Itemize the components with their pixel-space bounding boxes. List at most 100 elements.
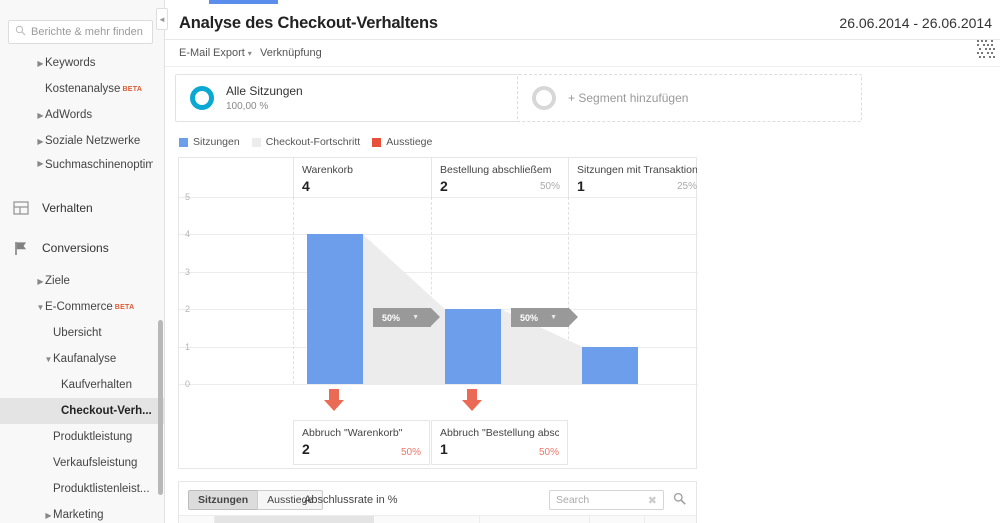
dropoff-percent: 50% (400, 447, 421, 458)
funnel-step-header[interactable]: Warenkorb 4 (293, 158, 430, 197)
sidebar-item-kaufanalyse[interactable]: ▼ Kaufanalyse (0, 346, 164, 372)
table-header-cell[interactable] (644, 516, 696, 523)
table-header-cell[interactable] (479, 516, 589, 523)
funnel-bar[interactable] (582, 346, 638, 384)
funnel-step-header[interactable]: Sitzungen mit Transaktionen 1 25% (568, 158, 705, 197)
sidebar-item-label: E-Commerce (45, 301, 113, 313)
sidebar-item-label: Conversions (42, 241, 109, 255)
sidebar-item-produktlistenleist[interactable]: ▶Produktlistenleist... (0, 476, 164, 502)
sidebar-item-keywords[interactable]: ▶ Keywords (0, 50, 164, 76)
chevron-down-icon: ▼ (44, 354, 53, 364)
active-tab-indicator[interactable] (209, 0, 278, 4)
chevron-right-icon: ▶ (37, 58, 44, 68)
sidebar-item-label: Suchmaschinenoptimierung (45, 159, 153, 171)
dropoff-arrow-row (179, 384, 698, 420)
table-header-cell[interactable] (214, 516, 374, 523)
sidebar-item-produktleistung[interactable]: ▶Produktleistung (0, 424, 164, 450)
funnel-step-name: Warenkorb (302, 164, 353, 176)
sidebar-search-placeholder: Berichte & mehr finden (31, 26, 143, 38)
funnel-step-header[interactable]: Bestellung abschließem 2 50% (431, 158, 568, 197)
legend-label: Sitzungen (193, 136, 240, 148)
clear-circle-icon[interactable]: ✖ (648, 494, 657, 507)
qr-code-icon[interactable] (976, 39, 996, 59)
sidebar-item-ziele[interactable]: ▶ Ziele (0, 268, 164, 294)
sidebar-item-label: Verhalten (42, 201, 93, 215)
dropoff-percent: 50% (538, 447, 559, 458)
legend-item[interactable]: Ausstiege (372, 136, 432, 148)
dropoff-card[interactable]: Abbruch "Warenkorb" 2 50% (293, 420, 430, 465)
chevron-right-icon: ▶ (37, 110, 44, 120)
sidebar: Berichte & mehr finden ▶Keywords▶Kostena… (0, 0, 165, 523)
sidebar-item-label: Kaufverhalten (61, 379, 132, 391)
badge-arrow-tip (569, 308, 578, 326)
chevron-down-icon: ▼ (412, 314, 419, 321)
funnel-plot-area: 0 1 2 3 4 5 50% ▼ 50% ▼ (179, 192, 698, 389)
table-header-cell[interactable] (589, 516, 644, 523)
dropoff-arrow-icon (459, 387, 485, 413)
chevron-right-icon: ▶ (45, 510, 52, 520)
legend-swatch (179, 137, 188, 147)
sidebar-item-bersicht[interactable]: ▶Übersicht (0, 320, 164, 346)
sidebar-item-soziale-netzwerke[interactable]: ▶ Soziale Netzwerke (0, 128, 164, 154)
table-search-placeholder: Search (556, 494, 590, 506)
sidebar-item-label: Kaufanalyse (53, 353, 117, 365)
dropoff-card[interactable]: Abbruch "Bestellung absc... 1 50% (431, 420, 568, 465)
conversion-rate-badge[interactable]: 50% ▼ (511, 308, 578, 327)
conversion-rate-badge[interactable]: 50% ▼ (373, 308, 440, 327)
funnel-step-name: Sitzungen mit Transaktionen (577, 164, 697, 176)
sidebar-item-marketing[interactable]: ▶ Marketing (0, 502, 164, 523)
sidebar-item-adwords[interactable]: ▶ AdWords (0, 102, 164, 128)
legend-label: Checkout-Fortschritt (265, 136, 361, 148)
funnel-bar[interactable] (307, 234, 363, 384)
sidebar-item-conversions[interactable]: Conversions (0, 228, 164, 268)
chevron-down-icon: ▼ (550, 314, 557, 321)
dropoff-label: Abbruch "Bestellung absc... (440, 427, 559, 439)
action-bar: E-Mail Export ▾ Verknüpfung (165, 39, 1000, 67)
sidebar-scrollbar[interactable] (158, 320, 163, 495)
sidebar-item-label: Verkaufsleistung (53, 457, 138, 469)
funnel-bar[interactable] (445, 309, 501, 384)
chevron-left-icon[interactable]: ◄ (156, 8, 168, 30)
sidebar-item-suchmaschinenoptimierung[interactable]: ▶Suchmaschinenoptimierung (0, 154, 164, 188)
funnel-step-percent: 50% (539, 181, 560, 192)
legend-swatch (251, 137, 261, 147)
sidebar-item-kaufverhalten[interactable]: ▶Kaufverhalten (0, 372, 164, 398)
sidebar-item-label: Soziale Netzwerke (45, 135, 141, 147)
metric-tab-group: Sitzungen Ausstiege (188, 490, 324, 510)
checkout-funnel-chart: Warenkorb 4 Bestellung abschließem 2 50% Sitz… (178, 157, 698, 469)
funnel-step-name: Bestellung abschließem (440, 164, 552, 176)
email-button[interactable]: E-Mail (179, 47, 210, 59)
badge-arrow-tip (431, 308, 440, 326)
chevron-down-icon: ▾ (247, 49, 252, 58)
sidebar-search[interactable]: Berichte & mehr finden (8, 20, 153, 44)
add-segment-button[interactable]: + Segment hinzufügen (517, 74, 862, 122)
sidebar-item-kostenanalyse[interactable]: ▶KostenanalyseBETA (0, 76, 164, 102)
sidebar-item-e-commerce[interactable]: ▼ E-Commerce BETA (0, 294, 164, 320)
sidebar-item-label: Produktlistenleist... (53, 483, 150, 495)
beta-badge: BETA (122, 85, 143, 93)
conversion-rate-label: 50% (382, 312, 401, 323)
sidebar-item-checkout-verh[interactable]: ▶Checkout-Verh... (0, 398, 164, 424)
date-range-selector[interactable]: 26.06.2014 - 26.06.2014 (839, 15, 992, 31)
search-icon[interactable] (673, 492, 686, 508)
chevron-right-icon: ▶ (37, 159, 44, 168)
export-button[interactable]: Export ▾ (213, 47, 252, 59)
metric-tab-sitzungen[interactable]: Sitzungen (188, 490, 258, 510)
sidebar-item-label: Produktleistung (53, 431, 133, 443)
legend-item[interactable]: Checkout-Fortschritt (251, 136, 361, 148)
chevron-right-icon: ▶ (37, 136, 44, 146)
legend-item[interactable]: Sitzungen (179, 136, 240, 148)
sidebar-item-label: Kostenanalyse (45, 83, 121, 95)
table-header-row (179, 515, 696, 523)
chart-legend: Sitzungen Checkout-Fortschritt Ausstiege (179, 136, 432, 148)
link-button[interactable]: Verknüpfung (260, 47, 322, 59)
search-icon (15, 25, 26, 39)
chevron-down-icon: ▼ (36, 302, 45, 312)
table-controls-panel: Sitzungen Ausstiege Abschlussrate in % Se… (178, 481, 697, 523)
funnel-step-percent: 25% (676, 181, 697, 192)
sidebar-item-verhalten[interactable]: Verhalten (0, 188, 164, 228)
segment-all-sessions[interactable]: Alle Sitzungen 100,00 % (175, 74, 520, 122)
segment-bar: Alle Sitzungen 100,00 % + Segment hinzuf… (165, 68, 1000, 129)
table-search-input[interactable]: Search ✖ (549, 490, 664, 510)
sidebar-item-verkaufsleistung[interactable]: ▶Verkaufsleistung (0, 450, 164, 476)
